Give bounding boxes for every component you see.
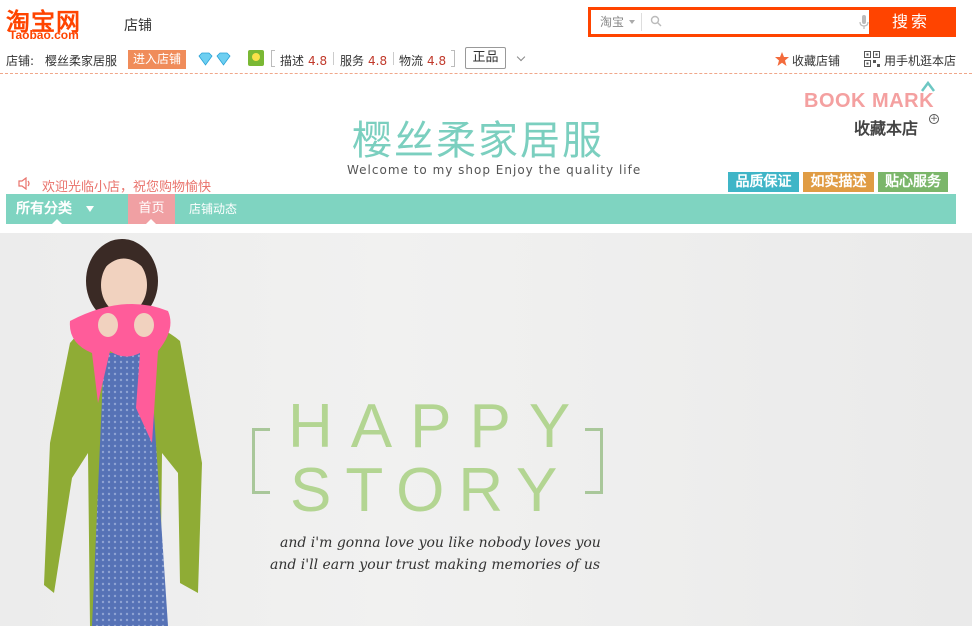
genuine-badge[interactable]: 正品 [465, 47, 506, 69]
bookmark-title[interactable]: BOOK MARK [804, 90, 934, 113]
hero-word-story: STORY [290, 456, 572, 525]
shop-title: 樱丝柔家居服 [352, 118, 604, 164]
speaker-icon [18, 177, 30, 190]
shop-banner: BOOK MARK 收藏本店 + 樱丝柔家居服 Welcome to my sh… [0, 75, 972, 195]
qr-code-icon [864, 51, 880, 67]
hero-word-happy: HAPPY [288, 392, 589, 461]
plus-icon: + [929, 114, 939, 124]
welcome-message: 欢迎光临小店，祝您购物愉快 [18, 176, 211, 195]
rating-description: 描述 4.8 [280, 52, 327, 69]
top-header: 淘宝网 Taobao.com 店铺 淘宝 搜索 [0, 0, 972, 46]
favorite-shop-link[interactable]: 收藏店铺 [774, 52, 840, 69]
search-scope-select[interactable]: 淘宝 [594, 13, 642, 31]
taobao-logo[interactable]: 淘宝网 Taobao.com [6, 4, 98, 42]
microphone-icon[interactable] [859, 14, 869, 30]
mobile-shop-link[interactable]: 用手机逛本店 [864, 51, 957, 69]
model-photo [44, 239, 202, 626]
search-button[interactable]: 搜索 [869, 10, 953, 34]
mobile-shop-label: 用手机逛本店 [884, 54, 957, 68]
star-icon [775, 52, 789, 66]
chevron-down-icon [629, 20, 635, 24]
rating-label: 服务 [340, 54, 365, 68]
badge-accurate: 如实描述 [803, 172, 874, 192]
rating-logistics: 物流 4.8 [399, 52, 446, 69]
shop-nav-bar: 所有分类 首页 店铺动态 [6, 194, 956, 224]
search-icon [650, 15, 662, 27]
nav-notch [146, 219, 156, 224]
rating-label: 物流 [399, 54, 424, 68]
badge-quality: 品质保证 [728, 172, 799, 192]
seller-badge-icon [248, 50, 264, 66]
enter-shop-button[interactable]: 进入店铺 [128, 50, 186, 69]
rating-score: 4.8 [308, 54, 328, 68]
taobao-shop-page: 淘宝网 Taobao.com 店铺 淘宝 搜索 店铺: 樱丝柔家居服 进入店铺 … [0, 0, 972, 626]
chevron-down-icon [86, 206, 94, 212]
ratings-bracket-left [271, 50, 275, 67]
welcome-text: 欢迎光临小店，祝您购物愉快 [42, 180, 212, 195]
shop-label: 店铺: [6, 54, 35, 68]
nav-notch [52, 219, 62, 224]
bracket-left [252, 428, 270, 494]
bookmark-shop-link[interactable]: 收藏本店 [854, 115, 918, 139]
hero-banner[interactable]: HAPPY STORY and i'm gonna love you like … [0, 233, 972, 626]
search-input[interactable] [667, 12, 857, 32]
hero-lyric-line-2: and i'll earn your trust making memories… [270, 557, 601, 573]
shop-name[interactable]: 樱丝柔家居服 [45, 52, 117, 69]
rating-label: 描述 [280, 54, 305, 68]
badge-service: 贴心服务 [878, 172, 948, 192]
nav-tab-home[interactable]: 首页 [128, 194, 175, 224]
chevron-down-icon[interactable] [516, 52, 526, 62]
nav-tab-home-label: 首页 [138, 201, 165, 216]
diamond-rank-icon [198, 52, 231, 66]
all-categories-menu[interactable]: 所有分类 [6, 194, 114, 224]
all-categories-label: 所有分类 [16, 201, 72, 217]
ratings-bracket-right [451, 50, 455, 67]
shop-info-bar: 店铺: 樱丝柔家居服 进入店铺 描述 4.8 服务 4.8 物流 4.8 正品 收藏店… [0, 46, 972, 74]
favorite-shop-label: 收藏店铺 [792, 54, 841, 68]
logo-text-en: Taobao.com [9, 28, 79, 42]
rating-score: 4.8 [427, 54, 447, 68]
divider [393, 52, 394, 65]
nav-tab-news[interactable]: 店铺动态 [189, 194, 237, 224]
search-box: 淘宝 搜索 [588, 7, 956, 37]
shop-subtitle: Welcome to my shop Enjoy the quality lif… [347, 163, 642, 177]
bracket-right [585, 428, 603, 494]
hero-lyric-line-1: and i'm gonna love you like nobody loves… [280, 535, 601, 551]
divider [333, 52, 334, 65]
rating-service: 服务 4.8 [340, 52, 387, 69]
shop-section-label: 店铺 [124, 18, 152, 34]
rating-score: 4.8 [368, 54, 388, 68]
search-scope-label: 淘宝 [600, 15, 625, 29]
